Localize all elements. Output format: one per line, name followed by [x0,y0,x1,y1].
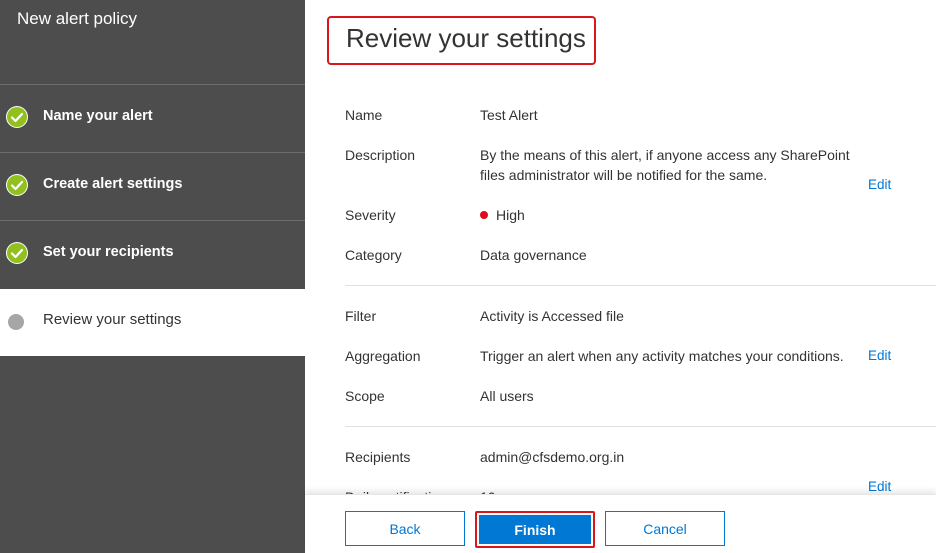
section-divider [345,426,936,427]
edit-alert-settings-link[interactable]: Edit [868,348,891,363]
step-set-your-recipients[interactable]: Set your recipients [0,222,305,289]
severity-high-icon [480,211,488,219]
step-complete-icon [6,106,28,128]
step-label: Review your settings [43,311,182,328]
field-value-filter: Activity is Accessed file [480,308,624,324]
step-current-icon [8,314,24,330]
field-label-description: Description [345,147,416,163]
field-label-filter: Filter [345,308,377,324]
wizard-title: New alert policy [17,9,137,28]
step-complete-icon [6,174,28,196]
field-value-category: Data governance [480,247,587,263]
step-name-your-alert[interactable]: Name your alert [0,86,305,153]
page-title-highlight: Review your settings [327,16,596,65]
finish-button[interactable]: Finish [479,515,591,544]
finish-button-highlight: Finish [475,511,595,548]
field-label-severity: Severity [345,207,396,223]
field-value-severity: High [480,205,525,225]
cancel-button[interactable]: Cancel [605,511,725,546]
step-create-alert-settings[interactable]: Create alert settings [0,154,305,221]
severity-text: High [496,207,525,223]
divider [0,220,305,221]
field-label-aggregation: Aggregation [345,348,421,364]
page-title: Review your settings [346,23,586,53]
field-value-scope: All users [480,388,534,404]
step-label: Create alert settings [43,176,183,192]
edit-alert-details-link[interactable]: Edit [868,177,891,192]
divider [0,84,305,85]
step-complete-icon [6,242,28,264]
section-divider [345,285,936,286]
step-label: Name your alert [43,108,153,124]
field-value-name: Test Alert [480,107,538,123]
field-value-aggregation: Trigger an alert when any activity match… [480,348,844,364]
wizard-footer: Back Finish Cancel [305,494,936,553]
field-label-category: Category [345,247,402,263]
field-value-description: By the means of this alert, if anyone ac… [480,147,850,183]
step-label: Set your recipients [43,244,174,260]
field-label-name: Name [345,107,383,123]
divider [0,152,305,153]
step-review-your-settings[interactable]: Review your settings [0,289,305,356]
back-button[interactable]: Back [345,511,465,546]
field-label-scope: Scope [345,388,385,404]
edit-recipients-link[interactable]: Edit [868,479,891,494]
field-label-recipients: Recipients [345,449,411,465]
field-value-recipients: admin@cfsdemo.org.in [480,449,625,465]
wizard-sidebar: New alert policy Name your alert Create … [0,0,305,553]
